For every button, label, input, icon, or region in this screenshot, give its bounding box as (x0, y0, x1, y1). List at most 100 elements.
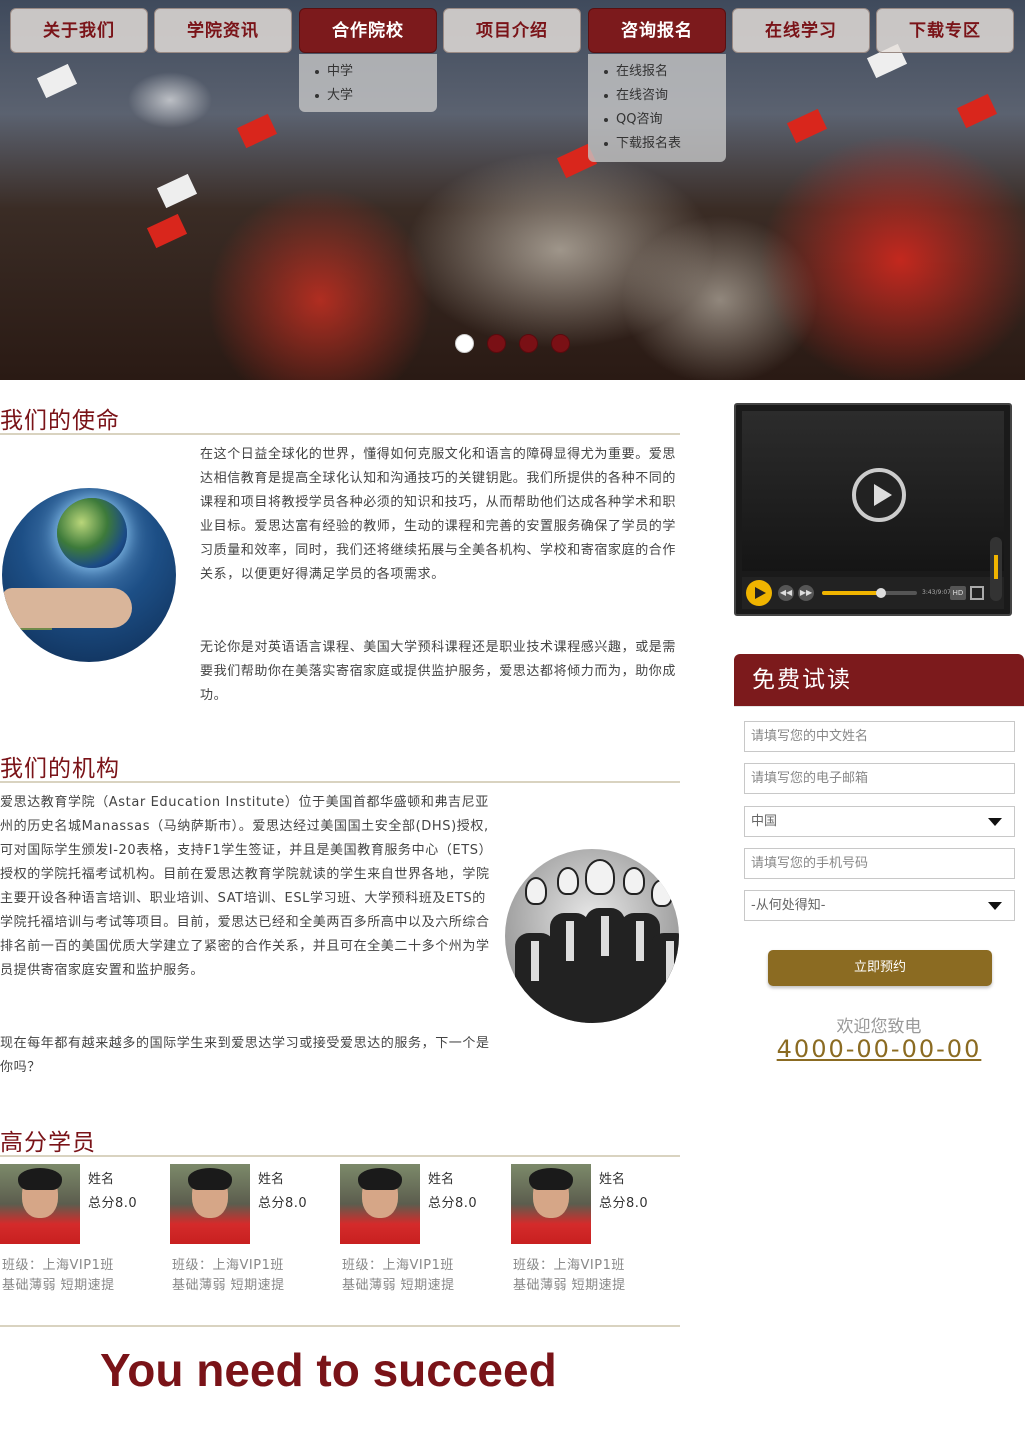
dropdown-item[interactable]: 在线咨询 (604, 84, 726, 108)
slogan: You need to succeed (100, 1344, 557, 1396)
chevron-down-icon (988, 818, 1002, 826)
welcome-text: 欢迎您致电 (836, 1017, 922, 1037)
student-photo (0, 1164, 80, 1244)
hair (188, 1168, 232, 1190)
video-controls: ◀◀ ▶▶ 3:43/9:07 HD (742, 537, 1004, 609)
student-name: 姓名 (88, 1172, 115, 1187)
time-display: 3:43/9:07 (922, 589, 951, 596)
person-figure (585, 908, 625, 1023)
student-score: 总分8.0 (599, 1196, 649, 1211)
cap-decoration (156, 173, 198, 209)
student-class: 班级：上海VIP1班 (513, 1258, 625, 1273)
video-player[interactable]: ◀◀ ▶▶ 3:43/9:07 HD (734, 403, 1012, 616)
student-photo (511, 1164, 591, 1244)
student-tags: 基础薄弱 短期速提 (513, 1278, 626, 1293)
person-figure (650, 933, 679, 1023)
divider (0, 781, 680, 783)
mission-paragraph-1: 在这个日益全球化的世界，懂得如何克服文化和语言的障碍显得尤为重要。爱思达相信教育… (200, 447, 677, 582)
slider-dot[interactable] (519, 334, 538, 353)
student-class: 班级：上海VIP1班 (172, 1258, 284, 1273)
student-score: 总分8.0 (428, 1196, 478, 1211)
lightbulb-icon (585, 859, 615, 895)
divider (0, 433, 680, 435)
dropdown-item[interactable]: 中学 (315, 60, 437, 84)
earth-icon (57, 498, 127, 568)
nav-news[interactable]: 学院资讯 (154, 8, 292, 53)
seek-progress (822, 591, 881, 595)
cap-decoration (36, 63, 78, 99)
play-icon[interactable] (852, 468, 906, 522)
nav-programs[interactable]: 项目介绍 (443, 8, 581, 53)
dropdown-item[interactable]: QQ咨询 (604, 108, 726, 132)
form-title: 免费试读 (734, 654, 1024, 706)
slider-dot[interactable] (487, 334, 506, 353)
dropdown-item[interactable]: 大学 (315, 84, 437, 108)
lightbulb-icon (557, 867, 579, 895)
nav-downloads[interactable]: 下载专区 (876, 8, 1014, 53)
student-class: 班级：上海VIP1班 (342, 1258, 454, 1273)
institution-paragraph-2: 现在每年都有越来越多的国际学生来到爱思达学习或接受爱思达的服务，下一个是你吗？ (0, 1036, 490, 1075)
globe-image (2, 488, 176, 662)
student-photo (170, 1164, 250, 1244)
divider (0, 1325, 680, 1327)
person-figure (550, 913, 590, 1023)
video-screen[interactable] (742, 411, 1004, 571)
hd-button[interactable]: HD (950, 586, 966, 600)
cap-decoration (786, 108, 828, 144)
hand-icon (2, 588, 132, 628)
slider-dot[interactable] (551, 334, 570, 353)
institution-paragraph-1: 爱思达教育学院（Astar Education Institute）位于美国首都… (0, 795, 490, 978)
dropdown-item[interactable]: 下载报名表 (604, 132, 726, 156)
person-figure (515, 933, 555, 1023)
student-score: 总分8.0 (258, 1196, 308, 1211)
main-nav: 关于我们 学院资讯 合作院校 项目介绍 咨询报名 在线学习 下载专区 (0, 0, 1025, 60)
fullscreen-icon[interactable] (970, 586, 984, 600)
nav-about[interactable]: 关于我们 (10, 8, 148, 53)
dropdown-item[interactable]: 在线报名 (604, 60, 726, 84)
dropdown-partner-schools: 中学 大学 (299, 54, 437, 112)
business-people-image (505, 849, 679, 1023)
volume-slider[interactable] (990, 537, 1002, 601)
nav-partner-schools[interactable]: 合作院校 (299, 8, 437, 53)
forward-icon[interactable]: ▶▶ (798, 585, 814, 601)
divider (0, 1155, 680, 1157)
slider-dot[interactable] (455, 334, 474, 353)
play-button[interactable] (746, 580, 772, 606)
slider-dots (455, 334, 570, 353)
lightbulb-icon (525, 877, 547, 905)
source-value: -从何处得知- (751, 898, 826, 913)
country-select[interactable]: 中国 (744, 806, 1015, 837)
student-tags: 基础薄弱 短期速提 (2, 1278, 115, 1293)
nav-online-learning[interactable]: 在线学习 (732, 8, 870, 53)
submit-button[interactable]: 立即预约 (768, 950, 992, 986)
mission-paragraph-2: 无论你是对英语语言课程、美国大学预科课程还是职业技术课程感兴趣，或是需要我们帮助… (200, 640, 677, 703)
email-field[interactable] (744, 763, 1015, 794)
cap-decoration (146, 213, 188, 249)
phone-number[interactable]: 4000-00-00-00 (734, 1035, 1024, 1063)
country-value: 中国 (751, 814, 778, 829)
mission-title: 我们的使命 (0, 408, 120, 434)
students-title: 高分学员 (0, 1130, 96, 1156)
seek-handle[interactable] (875, 588, 886, 598)
institution-title: 我们的机构 (0, 756, 120, 782)
volume-level (994, 555, 998, 579)
student-name: 姓名 (599, 1172, 626, 1187)
cap-decoration (236, 113, 278, 149)
student-score: 总分8.0 (88, 1196, 138, 1211)
hair (358, 1168, 402, 1190)
divider (734, 706, 1024, 707)
seek-bar[interactable] (822, 588, 917, 598)
student-name: 姓名 (258, 1172, 285, 1187)
phone-field[interactable] (744, 848, 1015, 879)
source-select[interactable]: -从何处得知- (744, 890, 1015, 921)
student-tags: 基础薄弱 短期速提 (172, 1278, 285, 1293)
nav-consult[interactable]: 咨询报名 (588, 8, 726, 53)
name-field[interactable] (744, 721, 1015, 752)
rewind-icon[interactable]: ◀◀ (778, 585, 794, 601)
student-name: 姓名 (428, 1172, 455, 1187)
dropdown-consult: 在线报名 在线咨询 QQ咨询 下载报名表 (588, 54, 726, 162)
student-class: 班级：上海VIP1班 (2, 1258, 114, 1273)
lightbulb-icon (651, 879, 673, 907)
student-photo (340, 1164, 420, 1244)
cap-decoration (956, 93, 998, 129)
